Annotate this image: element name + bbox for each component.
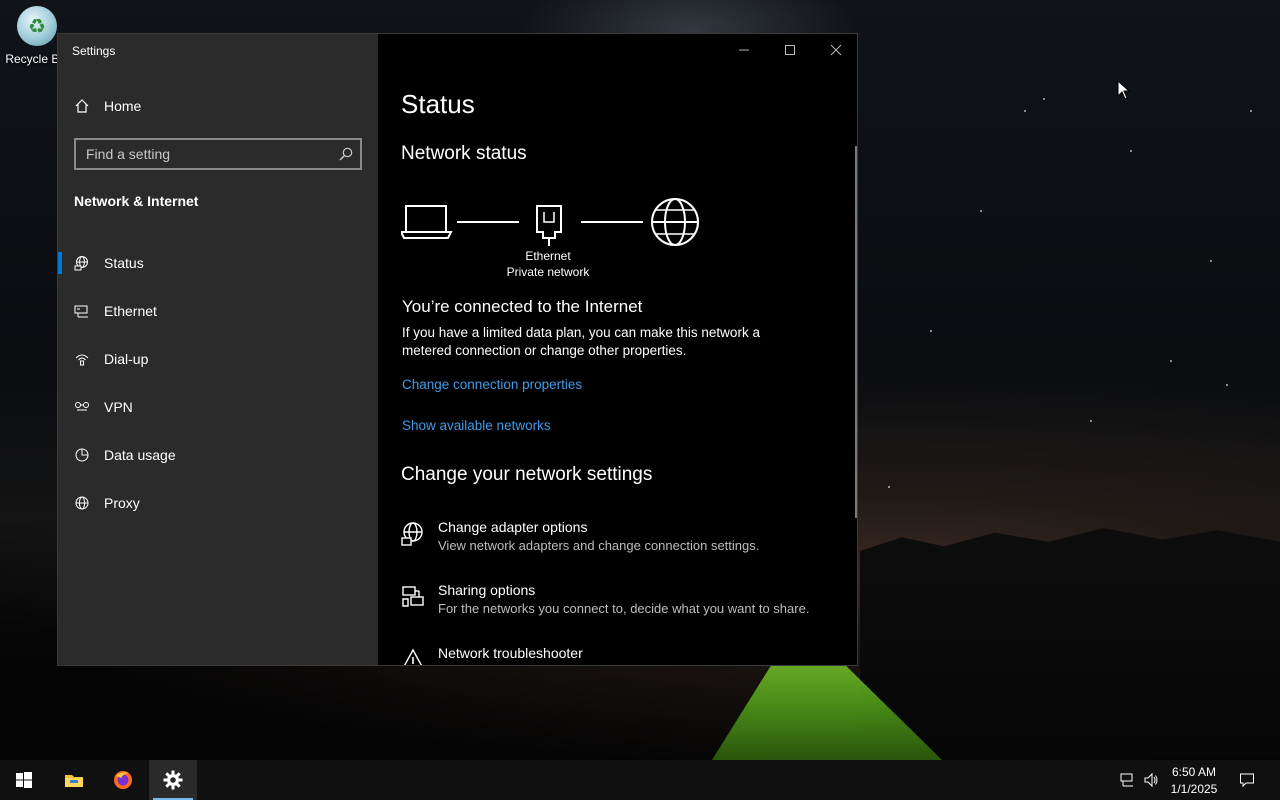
connected-heading: You’re connected to the Internet (402, 297, 643, 316)
sidebar-item-data-usage[interactable]: Data usage (58, 431, 378, 479)
network-tray-button[interactable] (1116, 760, 1138, 800)
option-title: Sharing options (438, 582, 536, 598)
maximize-button[interactable] (767, 34, 813, 66)
taskbar: 6:50 AM 1/1/2025 (0, 760, 1280, 800)
action-center-button[interactable] (1234, 760, 1260, 800)
sidebar-item-status[interactable]: Status (58, 239, 378, 287)
option-subtitle: View network adapters and change connect… (438, 538, 760, 553)
warning-icon (403, 648, 423, 665)
sidebar-item-dialup[interactable]: Dial-up (58, 335, 378, 383)
gear-icon (163, 770, 183, 790)
maximize-icon (785, 45, 795, 55)
clock-date: 1/1/2025 (1170, 782, 1218, 796)
notification-icon (1240, 773, 1254, 788)
show-available-networks-link[interactable]: Show available networks (402, 418, 551, 433)
home-icon (75, 99, 89, 113)
sidebar-item-proxy[interactable]: Proxy (58, 479, 378, 527)
minimize-button[interactable] (721, 34, 767, 66)
page-title: Status (401, 89, 475, 119)
ethernet-tray-icon (1120, 773, 1133, 787)
sharing-icon (402, 586, 424, 607)
star (888, 486, 890, 488)
internet-globe-icon (651, 198, 699, 246)
dialup-icon (75, 354, 89, 366)
recycle-bin-icon: ♻ (17, 6, 57, 46)
change-connection-properties-link[interactable]: Change connection properties (402, 377, 582, 392)
connection-type: Private network (506, 265, 590, 279)
search-input[interactable] (76, 140, 360, 168)
section-title: Network & Internet (74, 193, 199, 209)
laptop-icon (401, 205, 453, 239)
sharing-options[interactable]: Sharing options For the networks you con… (400, 582, 840, 616)
star (1130, 150, 1132, 152)
change-adapter-options[interactable]: Change adapter options View network adap… (400, 519, 840, 553)
settings-sidebar: Settings Home Network & Internet Status … (58, 34, 378, 665)
connected-description: If you have a limited data plan, you can… (402, 325, 760, 358)
volume-tray-button[interactable] (1140, 760, 1162, 800)
home-label: Home (104, 98, 142, 114)
taskbar-clock[interactable]: 6:50 AM 1/1/2025 (1162, 764, 1226, 798)
settings-taskbar-button[interactable] (149, 760, 197, 800)
sidebar-item-label: VPN (104, 399, 133, 415)
star (1024, 110, 1026, 112)
option-title: Change adapter options (438, 519, 588, 535)
mountain-silhouette (860, 528, 1280, 758)
speaker-icon (1144, 772, 1158, 788)
mouse-cursor-icon (1117, 80, 1131, 100)
clock-time: 6:50 AM (1171, 765, 1217, 779)
windows-logo-icon (16, 772, 32, 788)
pie-chart-icon (75, 448, 89, 462)
firefox-icon (114, 771, 132, 789)
connection-labels: Ethernet Private network (488, 248, 608, 280)
ethernet-icon (74, 305, 88, 318)
search-box (74, 138, 362, 170)
star (1090, 420, 1092, 422)
star (1043, 98, 1045, 100)
change-settings-heading: Change your network settings (401, 464, 653, 485)
close-icon (830, 44, 842, 56)
minimize-icon (739, 49, 749, 51)
sidebar-item-label: Status (104, 255, 144, 271)
home-nav-item[interactable]: Home (74, 98, 141, 114)
settings-content: Status Network status Ethernet Private n… (378, 34, 857, 665)
option-title: Network troubleshooter (438, 645, 583, 661)
globe-icon (75, 496, 89, 510)
folder-icon (65, 775, 83, 787)
search-icon[interactable] (338, 146, 354, 162)
star (1210, 260, 1212, 262)
network-troubleshooter[interactable]: Network troubleshooter (400, 645, 840, 665)
sidebar-nav: Status Ethernet Dial-up VPN Data usage P… (58, 239, 378, 527)
file-explorer-button[interactable] (50, 760, 98, 800)
adapter-icon (401, 522, 423, 546)
scrollbar[interactable] (855, 146, 857, 518)
sidebar-item-label: Data usage (104, 447, 176, 463)
settings-window[interactable]: Settings Home Network & Internet Status … (57, 33, 858, 666)
start-button[interactable] (0, 760, 48, 800)
star (930, 330, 932, 332)
window-title: Settings (72, 44, 116, 58)
sidebar-item-vpn[interactable]: VPN (58, 383, 378, 431)
star (1170, 360, 1172, 362)
network-status-heading: Network status (401, 143, 527, 164)
star (980, 210, 982, 212)
close-button[interactable] (813, 34, 857, 66)
window-controls (721, 34, 857, 66)
option-subtitle: For the networks you connect to, decide … (438, 601, 810, 616)
vpn-icon (75, 402, 89, 411)
status-globe-icon (74, 256, 88, 271)
ethernet-port-icon (536, 205, 562, 246)
sidebar-item-label: Dial-up (104, 351, 149, 367)
sidebar-item-ethernet[interactable]: Ethernet (58, 287, 378, 335)
sidebar-item-label: Ethernet (104, 303, 157, 319)
star (1250, 110, 1252, 112)
sidebar-item-label: Proxy (104, 495, 140, 511)
connection-name: Ethernet (525, 249, 571, 263)
firefox-button[interactable] (99, 760, 147, 800)
star (1226, 384, 1228, 386)
